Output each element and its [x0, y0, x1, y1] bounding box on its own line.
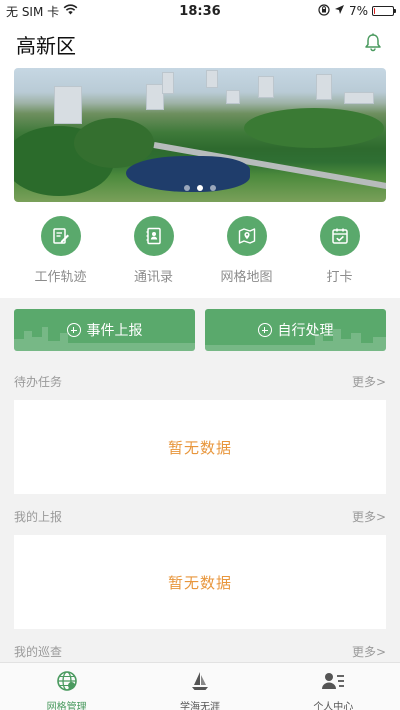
rotation-lock-icon — [318, 3, 330, 19]
more-link[interactable]: 更多> — [352, 508, 386, 525]
tab-label: 学海无涯 — [179, 702, 220, 710]
sailboat-icon — [189, 670, 211, 696]
quick-menu-label: 工作轨迹 — [34, 270, 87, 285]
section-title: 待办任务 — [14, 375, 63, 389]
action-buttons: 事件上报 自行处理 — [14, 309, 386, 351]
edit-note-icon — [40, 216, 81, 256]
wifi-icon — [63, 4, 78, 18]
globe-grid-icon — [56, 670, 78, 696]
pending-tasks-card: 暂无数据 — [14, 400, 386, 494]
my-reports-card: 暂无数据 — [14, 535, 386, 629]
battery-icon — [372, 6, 396, 16]
quick-menu-label: 网格地图 — [220, 270, 273, 285]
banner-carousel[interactable] — [14, 68, 386, 202]
person-list-icon — [321, 670, 345, 696]
my-reports-header: 我的上报 更多> — [14, 508, 386, 525]
empty-state-text: 暂无数据 — [167, 438, 232, 457]
add-circle-icon — [257, 323, 272, 337]
quick-menu-contacts[interactable]: 通讯录 — [114, 216, 194, 285]
bottom-tab-bar: 网格管理 学海无涯 个人中心 — [0, 662, 400, 710]
quick-menu-grid-map[interactable]: 网格地图 — [207, 216, 287, 285]
map-pin-icon — [226, 216, 267, 256]
quick-menu-check-in[interactable]: 打卡 — [300, 216, 380, 285]
bell-icon[interactable] — [364, 33, 382, 56]
carousel-dot[interactable] — [210, 185, 216, 191]
quick-menu-label: 打卡 — [326, 270, 353, 285]
status-bar: 无 SIM 卡 18:36 7% — [0, 0, 400, 22]
carousel-indicator — [14, 185, 386, 191]
location-arrow-icon — [334, 4, 345, 18]
pending-tasks-header: 待办任务 更多> — [14, 373, 386, 390]
self-handle-button[interactable]: 自行处理 — [205, 309, 386, 351]
top-panel: 工作轨迹 通讯录 网格地图 打卡 — [0, 66, 400, 298]
carousel-dot[interactable] — [184, 185, 190, 191]
tab-personal-center[interactable]: 个人中心 — [267, 663, 400, 710]
carrier-label: 无 SIM 卡 — [6, 4, 60, 19]
calendar-check-icon — [319, 216, 360, 256]
contacts-book-icon — [133, 216, 174, 256]
page-title: 高新区 — [16, 33, 76, 58]
more-link[interactable]: 更多> — [352, 373, 386, 390]
tab-label: 网格管理 — [46, 702, 87, 710]
app-header: 高新区 — [0, 22, 400, 66]
quick-menu-label: 通讯录 — [133, 270, 173, 285]
tab-grid-management[interactable]: 网格管理 — [0, 663, 133, 710]
carousel-dot[interactable] — [197, 185, 203, 191]
my-patrol-header: 我的巡查 更多> — [14, 643, 386, 660]
add-circle-icon — [66, 323, 81, 337]
quick-menu-work-track[interactable]: 工作轨迹 — [21, 216, 101, 285]
tab-label: 个人中心 — [313, 702, 354, 710]
section-title: 我的上报 — [14, 510, 63, 524]
battery-percent: 7% — [348, 4, 368, 18]
more-link[interactable]: 更多> — [352, 643, 386, 660]
empty-state-text: 暂无数据 — [167, 573, 232, 592]
section-title: 我的巡查 — [14, 645, 63, 659]
report-event-button[interactable]: 事件上报 — [14, 309, 195, 351]
quick-menu: 工作轨迹 通讯录 网格地图 打卡 — [0, 216, 400, 285]
tab-learning[interactable]: 学海无涯 — [133, 663, 266, 710]
